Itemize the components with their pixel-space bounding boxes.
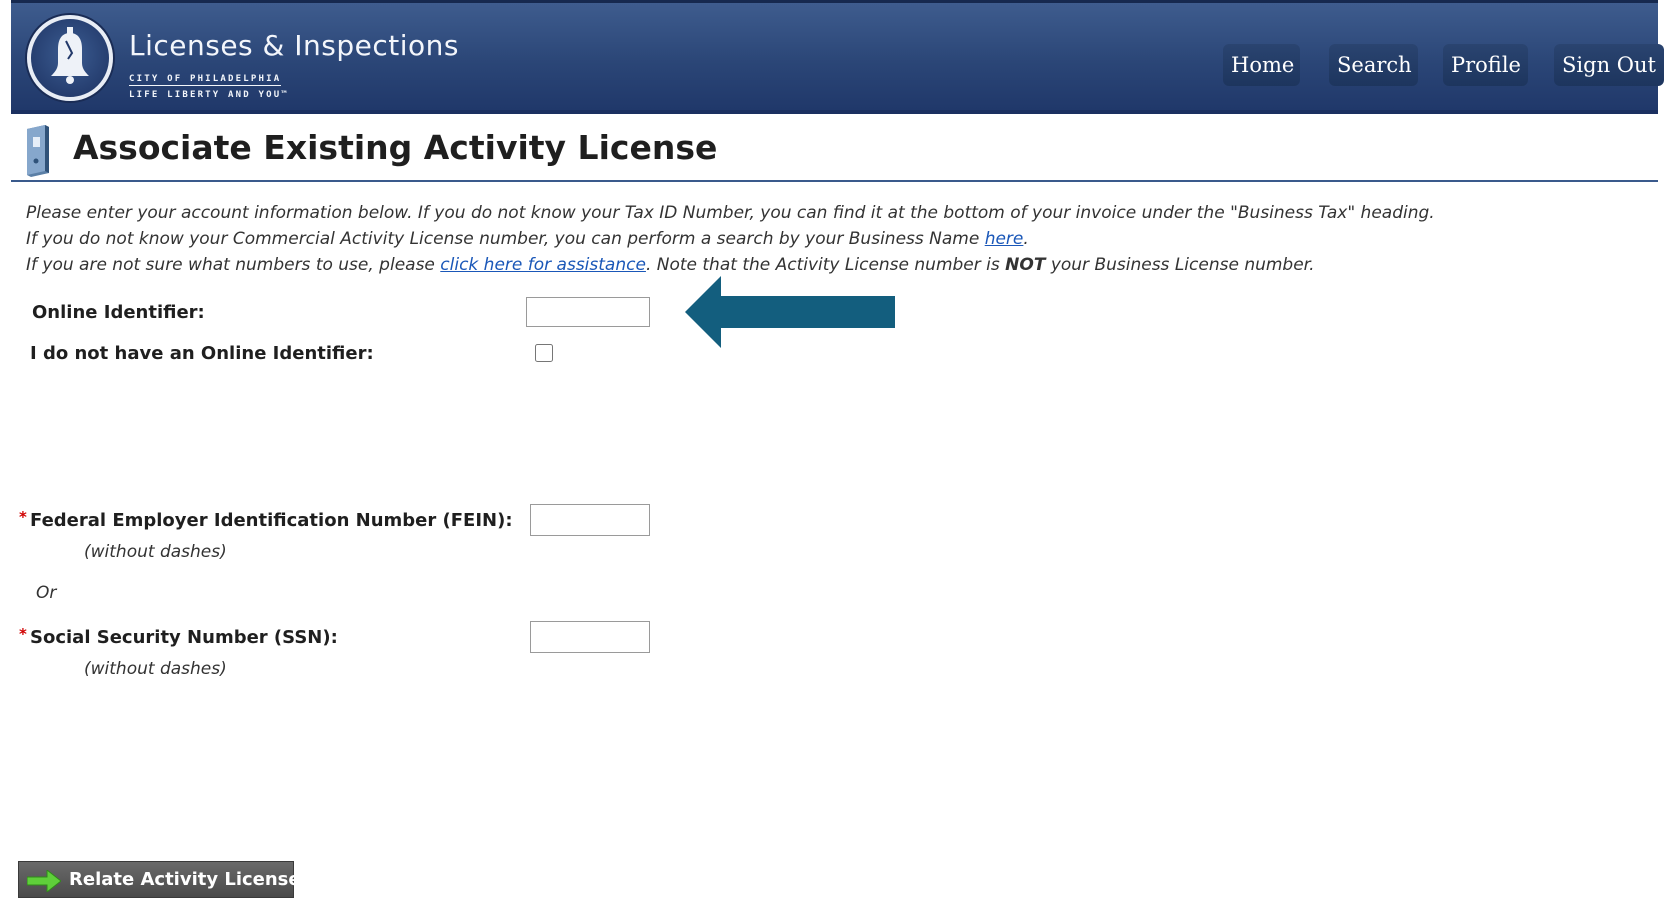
instruction-line-2: If you do not know your Commercial Activ… — [26, 229, 1029, 249]
no-identifier-label: I do not have an Online Identifier: — [30, 343, 374, 364]
instruction-line-2-end: . — [1023, 229, 1029, 249]
brand-subtitle-tagline: LIFE LIBERTY AND YOU™ — [129, 90, 289, 100]
liberty-bell-icon — [51, 27, 89, 84]
no-identifier-checkbox[interactable] — [535, 344, 553, 362]
instruction-line-3: If you are not sure what numbers to use,… — [26, 255, 1315, 275]
nav-search-button[interactable]: Search — [1329, 44, 1418, 86]
liberty-bell-seal-icon — [27, 15, 113, 101]
left-arrow-callout-icon — [685, 276, 895, 348]
instruction-line-1: Please enter your account information be… — [26, 203, 1435, 223]
instruction-line-3-text: If you are not sure what numbers to use,… — [26, 255, 441, 275]
binder-icon — [27, 125, 49, 177]
instruction-not-emphasis: NOT — [1005, 255, 1046, 275]
online-identifier-label: Online Identifier: — [32, 302, 205, 323]
assistance-link[interactable]: click here for assistance — [440, 255, 646, 275]
nav-sign-out-button[interactable]: Sign Out — [1554, 44, 1664, 86]
instruction-line-3-mid: . Note that the Activity License number … — [645, 255, 1006, 275]
ssn-required-marker: * — [19, 625, 27, 643]
or-separator: Or — [36, 583, 57, 603]
fein-required-marker: * — [19, 508, 27, 526]
online-identifier-input[interactable] — [526, 297, 650, 327]
brand-title: Licenses & Inspections — [129, 29, 459, 62]
header-banner: Licenses & Inspections CITY OF PHILADELP… — [11, 0, 1664, 114]
instruction-line-3-end: your Business License number. — [1045, 255, 1315, 275]
ssn-note: (without dashes) — [84, 659, 227, 679]
business-name-search-link[interactable]: here — [985, 229, 1024, 249]
fein-note: (without dashes) — [84, 542, 227, 562]
brand-subtitle-city: CITY OF PHILADELPHIA — [129, 74, 282, 86]
instruction-line-2-text: If you do not know your Commercial Activ… — [26, 229, 985, 249]
relate-activity-license-label: Relate Activity License — [69, 869, 301, 890]
page-title-row: Associate Existing Activity License — [11, 120, 1658, 182]
page-title: Associate Existing Activity License — [73, 128, 718, 167]
fein-label: Federal Employer Identification Number (… — [30, 510, 513, 531]
relate-activity-license-button[interactable]: Relate Activity License — [18, 861, 301, 898]
nav-home-button[interactable]: Home — [1223, 44, 1300, 86]
ssn-label: Social Security Number (SSN): — [30, 627, 338, 648]
green-arrow-icon — [27, 870, 61, 892]
fein-input[interactable] — [530, 504, 650, 536]
ssn-input[interactable] — [530, 621, 650, 653]
nav-profile-button[interactable]: Profile — [1443, 44, 1528, 86]
